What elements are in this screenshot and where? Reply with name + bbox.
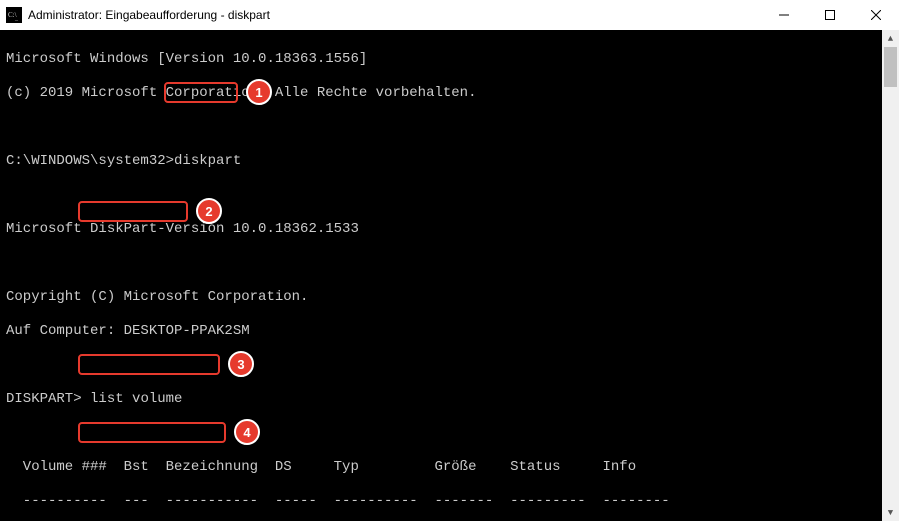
table-header: Volume ### Bst Bezeichnung DS Typ Größe … xyxy=(6,459,876,476)
copyright-line: Copyright (C) Microsoft Corporation. xyxy=(6,289,876,306)
highlight-box-3 xyxy=(78,354,220,375)
window: C:\ _ Administrator: Eingabeaufforderung… xyxy=(0,0,899,521)
scroll-down-icon[interactable]: ▼ xyxy=(882,504,899,521)
cmd-icon: C:\ _ xyxy=(6,7,22,23)
terminal-area[interactable]: Microsoft Windows [Version 10.0.18363.15… xyxy=(0,30,882,521)
annotation-badge-1: 1 xyxy=(246,79,272,105)
scroll-thumb[interactable] xyxy=(884,47,897,87)
computer-line: Auf Computer: DESKTOP-PPAK2SM xyxy=(6,323,876,340)
scroll-track[interactable] xyxy=(882,47,899,504)
maximize-button[interactable] xyxy=(807,0,853,30)
prompt-diskpart: DISKPART> xyxy=(6,391,82,407)
vertical-scrollbar[interactable]: ▲ ▼ xyxy=(882,30,899,521)
prompt-system32: C:\WINDOWS\system32> xyxy=(6,153,174,169)
diskpart-version: Microsoft DiskPart-Version 10.0.18362.15… xyxy=(6,221,876,238)
window-title: Administrator: Eingabeaufforderung - dis… xyxy=(28,8,270,22)
banner-line: (c) 2019 Microsoft Corporation. Alle Rec… xyxy=(6,85,876,102)
annotation-badge-2: 2 xyxy=(196,198,222,224)
cmd-list-volume: list volume xyxy=(90,391,182,407)
close-button[interactable] xyxy=(853,0,899,30)
cmd-diskpart: diskpart xyxy=(174,153,241,169)
highlight-box-4 xyxy=(78,422,226,443)
banner-line: Microsoft Windows [Version 10.0.18363.15… xyxy=(6,51,876,68)
annotation-badge-3: 3 xyxy=(228,351,254,377)
annotation-badge-4: 4 xyxy=(234,419,260,445)
scroll-up-icon[interactable]: ▲ xyxy=(882,30,899,47)
highlight-box-1 xyxy=(164,82,238,103)
minimize-button[interactable] xyxy=(761,0,807,30)
titlebar[interactable]: C:\ _ Administrator: Eingabeaufforderung… xyxy=(0,0,899,31)
highlight-box-2 xyxy=(78,201,188,222)
table-divider: ---------- --- ----------- ----- -------… xyxy=(6,493,876,510)
